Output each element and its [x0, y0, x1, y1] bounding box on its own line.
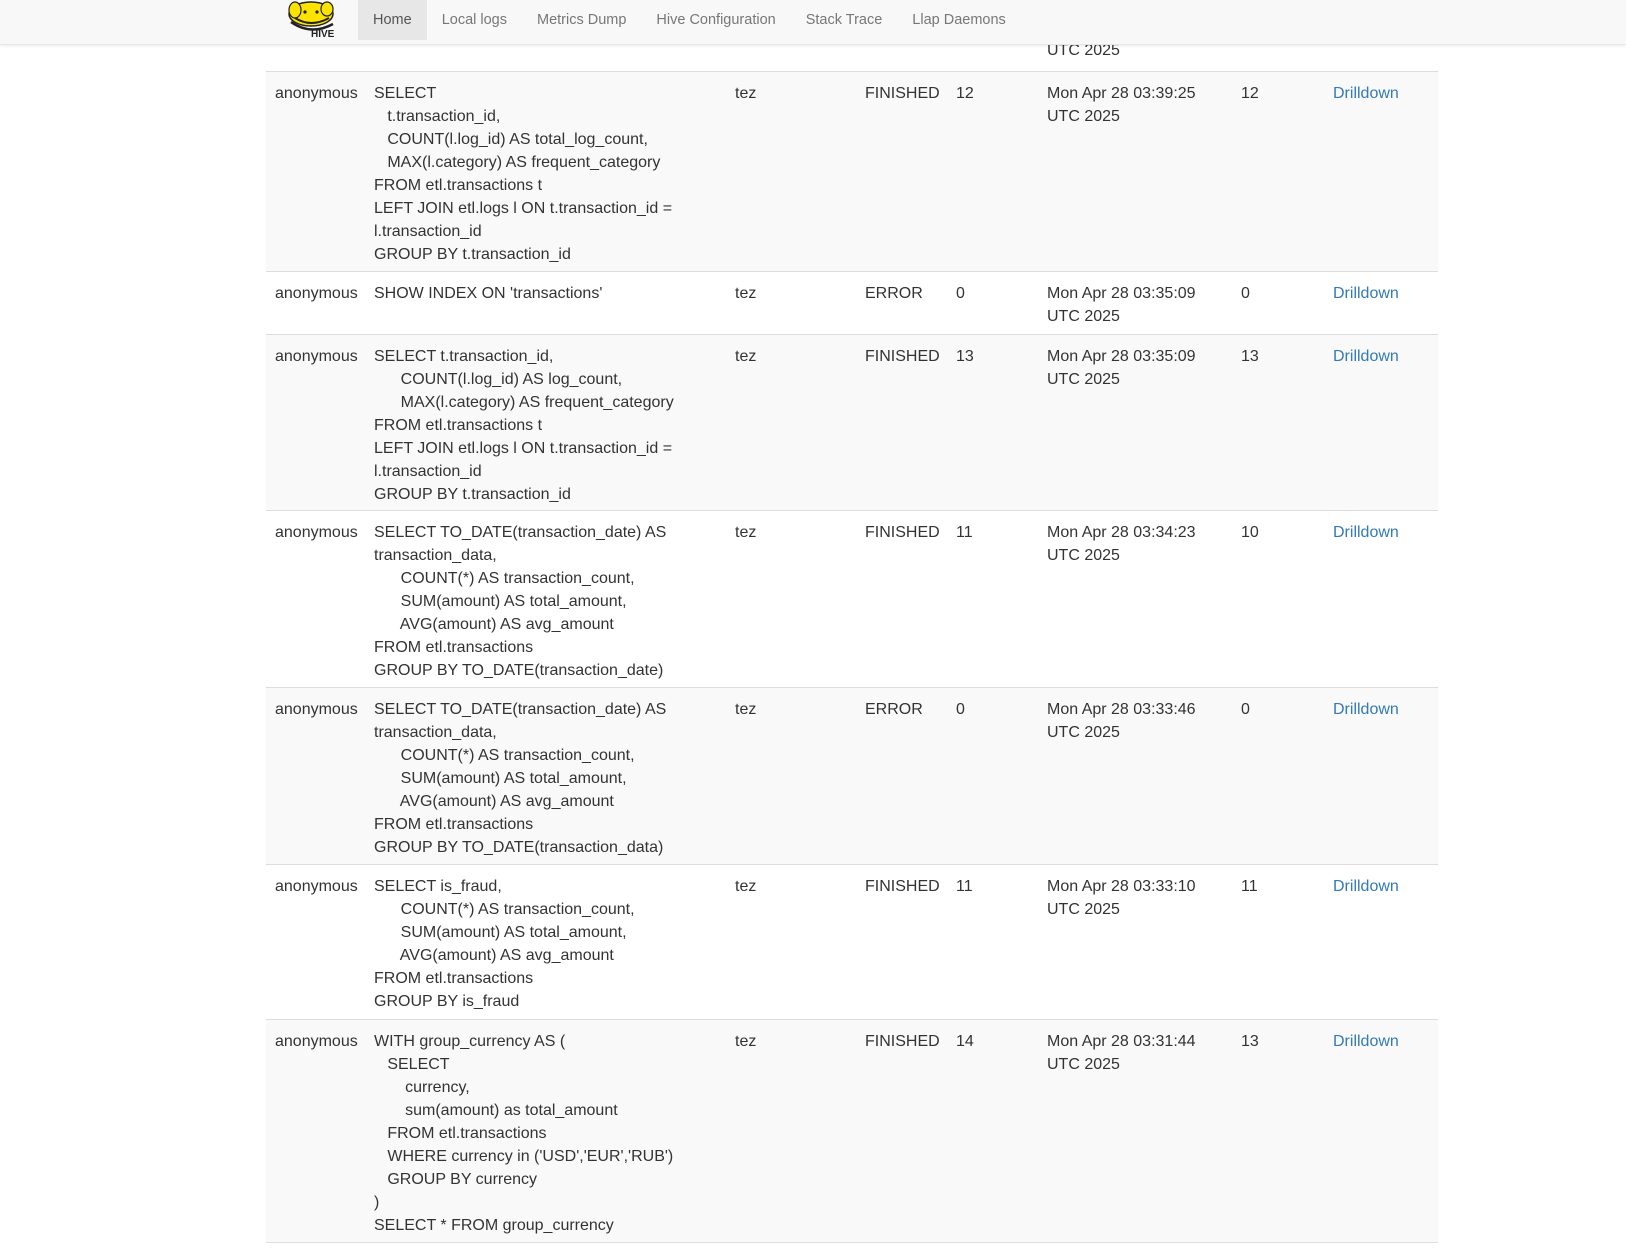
query-cell: SELECT TO_DATE(transaction_date) AS tran…: [374, 524, 667, 679]
user-cell: anonymous: [275, 524, 358, 541]
table-row: anonymous SHOW INDEX ON 'transactions' t…: [266, 271, 1438, 335]
latency-cell: 0: [956, 285, 965, 302]
latency-cell: 12: [956, 85, 974, 102]
start-time-cell: Mon Apr 28 03:34:23 UTC 2025: [1047, 524, 1196, 564]
user-cell: anonymous: [275, 285, 358, 302]
user-cell: anonymous: [275, 1033, 358, 1050]
start-time-cell: Mon Apr 28 03:39:25 UTC 2025: [1047, 85, 1196, 125]
state-cell: FINISHED: [865, 348, 940, 365]
start-time-cell: Mon Apr 28 03:33:46 UTC 2025: [1047, 701, 1196, 741]
query-cell: WITH group_currency AS ( SELECT currency…: [374, 1033, 674, 1234]
latency-cell: 14: [956, 1033, 974, 1050]
id-cell: 0: [1241, 701, 1250, 718]
table-row: anonymous SELECT TO_DATE(transaction_dat…: [266, 510, 1438, 688]
user-cell: anonymous: [275, 85, 358, 102]
start-time-cell: Mon Apr 28 03:33:10 UTC 2025: [1047, 878, 1196, 918]
user-cell: anonymous: [275, 701, 358, 718]
query-cell: SELECT t.transaction_id, COUNT(l.log_id)…: [374, 85, 673, 263]
nav-home[interactable]: Home: [358, 0, 427, 40]
latency-cell: 11: [956, 524, 973, 541]
nav-stack-trace[interactable]: Stack Trace: [791, 0, 898, 40]
drilldown-link[interactable]: Drilldown: [1333, 875, 1399, 898]
drilldown-link[interactable]: Drilldown: [1333, 345, 1399, 368]
engine-cell: tez: [735, 285, 757, 302]
drilldown-link[interactable]: Drilldown: [1333, 698, 1399, 721]
state-cell: FINISHED: [865, 1033, 940, 1050]
drilldown-link[interactable]: Drilldown: [1333, 521, 1399, 544]
user-cell: anonymous: [275, 878, 358, 895]
drilldown-link[interactable]: Drilldown: [1333, 282, 1399, 305]
start-time-cell: Mon Apr 28 03:35:09 UTC 2025: [1047, 348, 1196, 388]
state-cell: FINISHED: [865, 85, 940, 102]
nav-metrics-dump[interactable]: Metrics Dump: [522, 0, 641, 40]
latency-cell: 0: [956, 701, 965, 718]
latency-cell: 13: [956, 348, 974, 365]
hive-logo[interactable]: HIVE: [281, 0, 347, 40]
drilldown-link[interactable]: Drilldown: [1333, 82, 1399, 105]
table-row: anonymous SELECT TO_DATE(transaction_dat…: [266, 687, 1438, 865]
id-cell: 13: [1241, 348, 1259, 365]
engine-cell: tez: [735, 1033, 757, 1050]
user-cell: anonymous: [275, 348, 358, 365]
id-cell: 11: [1241, 878, 1258, 895]
engine-cell: tez: [735, 85, 757, 102]
drilldown-link[interactable]: Drilldown: [1333, 1030, 1399, 1053]
state-cell: FINISHED: [865, 878, 940, 895]
table-row: anonymous SELECT is_fraud, COUNT(*) AS t…: [266, 864, 1438, 1020]
engine-cell: tez: [735, 348, 757, 365]
start-time-cell: Mon Apr 28 03:35:09 UTC 2025: [1047, 285, 1196, 325]
query-cell: SELECT is_fraud, COUNT(*) AS transaction…: [374, 878, 635, 1010]
query-cell: SELECT TO_DATE(transaction_date) AS tran…: [374, 701, 667, 856]
nav-local-logs[interactable]: Local logs: [427, 0, 522, 40]
id-cell: 12: [1241, 85, 1259, 102]
table-row: anonymous SELECT t.transaction_id, COUNT…: [266, 71, 1438, 272]
engine-cell: tez: [735, 701, 757, 718]
top-navbar: HIVE Home Local logs Metrics Dump Hive C…: [0, 0, 1626, 45]
query-cell: SHOW INDEX ON 'transactions': [374, 285, 603, 302]
state-cell: ERROR: [865, 701, 923, 718]
start-time-cell: Mon Apr 28 03:31:44 UTC 2025: [1047, 1033, 1196, 1073]
nav-llap-daemons[interactable]: Llap Daemons: [897, 0, 1021, 40]
engine-cell: tez: [735, 878, 757, 895]
table-row: anonymous WITH group_currency AS ( SELEC…: [266, 1019, 1438, 1243]
state-cell: FINISHED: [865, 524, 940, 541]
latency-cell: 11: [956, 878, 973, 895]
nav-hive-configuration[interactable]: Hive Configuration: [641, 0, 790, 40]
id-cell: 10: [1241, 524, 1259, 541]
state-cell: ERROR: [865, 285, 923, 302]
table-row: anonymous SELECT t.transaction_id, COUNT…: [266, 334, 1438, 511]
id-cell: 13: [1241, 1033, 1259, 1050]
main-nav: Home Local logs Metrics Dump Hive Config…: [358, 0, 1021, 40]
id-cell: 0: [1241, 285, 1250, 302]
logo-text: HIVE: [311, 29, 335, 40]
engine-cell: tez: [735, 524, 757, 541]
query-cell: SELECT t.transaction_id, COUNT(l.log_id)…: [374, 348, 674, 503]
